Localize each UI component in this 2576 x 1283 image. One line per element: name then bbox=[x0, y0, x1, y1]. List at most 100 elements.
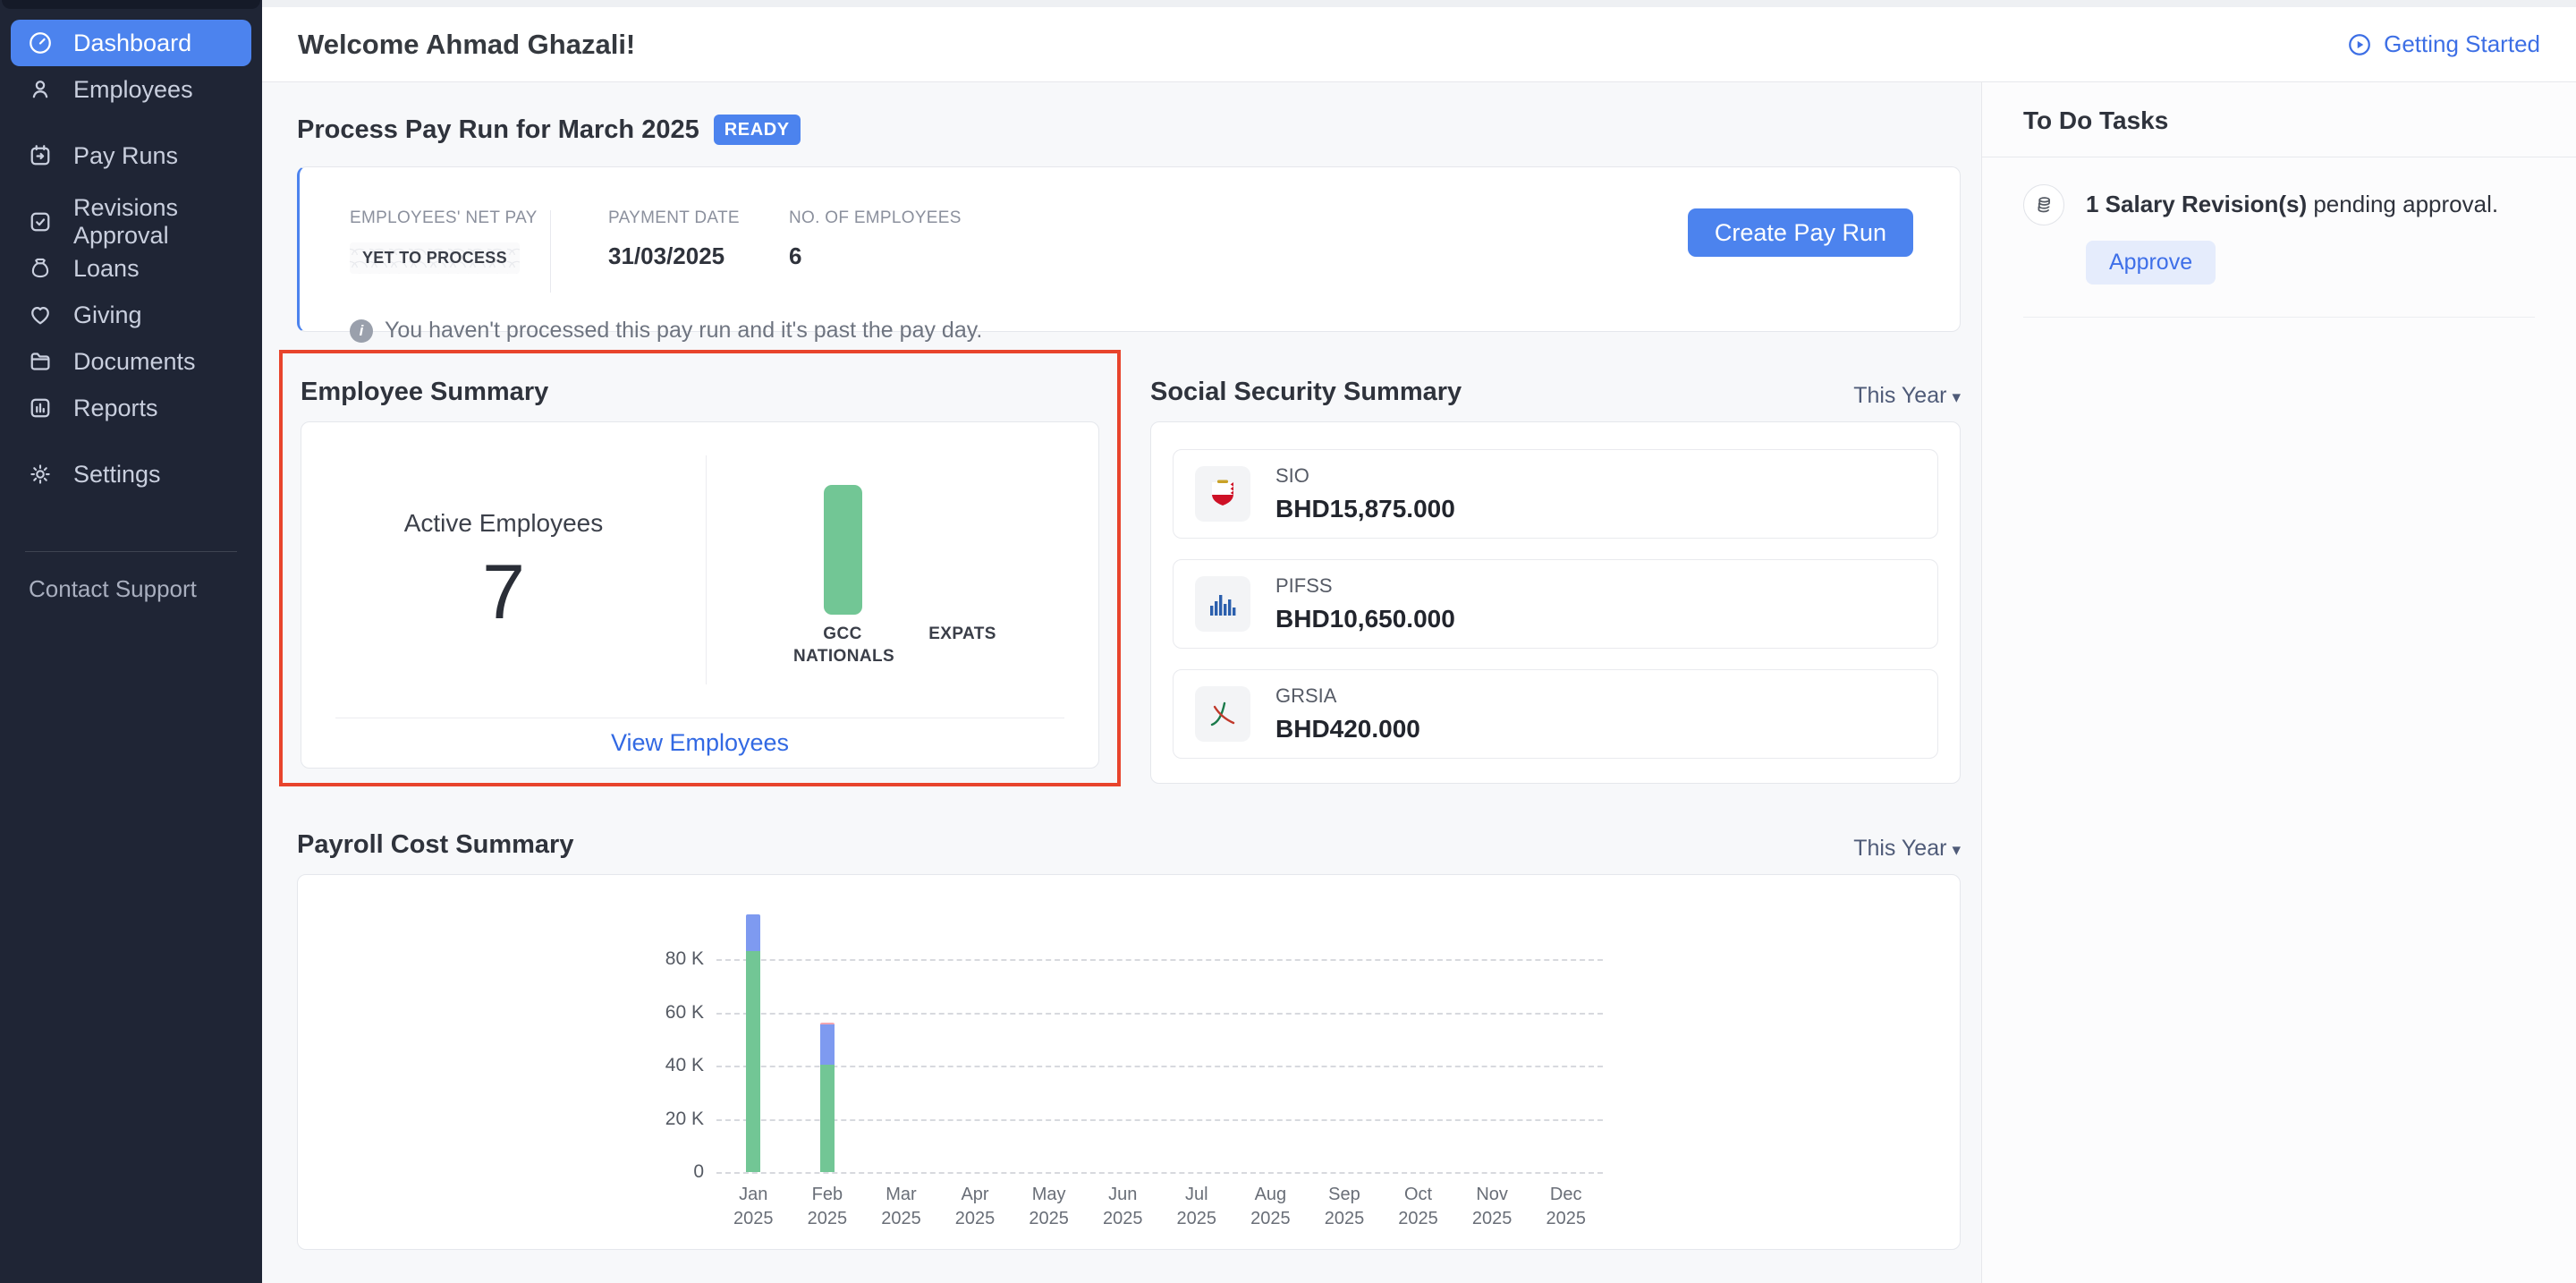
payrun-info-text: You haven't processed this pay run and i… bbox=[385, 318, 982, 344]
social-security-row-grsia[interactable]: GRSIA BHD420.000 bbox=[1173, 669, 1938, 759]
play-circle-icon bbox=[2346, 31, 2373, 58]
settings-icon bbox=[27, 461, 54, 488]
authority-amount: BHD10,650.000 bbox=[1275, 605, 1455, 633]
active-employees-block: Active Employees 7 bbox=[301, 422, 706, 718]
x-axis-label: Sep2025 bbox=[1325, 1183, 1365, 1231]
stat-label: PAYMENT DATE bbox=[608, 208, 789, 228]
pay-runs-icon bbox=[27, 142, 54, 169]
stat-label: EMPLOYEES' NET PAY bbox=[350, 208, 550, 228]
x-axis-label: Nov2025 bbox=[1472, 1183, 1513, 1231]
sidebar-item-pay-runs[interactable]: Pay Runs bbox=[11, 132, 251, 179]
sidebar-item-settings[interactable]: Settings bbox=[11, 451, 251, 497]
x-axis-label: May2025 bbox=[1029, 1183, 1069, 1231]
social-security-row-sio[interactable]: SIO BHD15,875.000 bbox=[1173, 449, 1938, 539]
sidebar-item-label: Giving bbox=[73, 302, 142, 329]
payrun-stat-employees-net-pay: EMPLOYEES' NET PAY YET TO PROCESS bbox=[350, 208, 550, 274]
bar-area bbox=[824, 422, 862, 615]
payrun-card: EMPLOYEES' NET PAY YET TO PROCESS PAYMENT … bbox=[297, 166, 1961, 332]
page-title: Welcome Ahmad Ghazali! bbox=[298, 29, 635, 61]
todo-task: 1 Salary Revision(s) pending approval. A… bbox=[2023, 184, 2535, 318]
giving-icon bbox=[27, 302, 54, 328]
summary-row: Employee Summary Active Employees 7 GCC … bbox=[297, 350, 1961, 786]
active-employees-count: 7 bbox=[482, 554, 525, 631]
x-axis-label: Dec2025 bbox=[1546, 1183, 1586, 1231]
sidebar-top-strip bbox=[2, 0, 260, 9]
y-axis-label: 20 K bbox=[665, 1109, 704, 1130]
sidebar-item-employees[interactable]: Employees bbox=[11, 66, 251, 113]
stat-value: YET TO PROCESS bbox=[350, 242, 520, 274]
employee-bar bbox=[824, 485, 862, 615]
body: Process Pay Run for March 2025 READY EMP… bbox=[262, 82, 2576, 1283]
employee-summary-body: Active Employees 7 GCC NATIONALSEXPATS bbox=[301, 422, 1098, 718]
dashboard-icon bbox=[27, 30, 54, 56]
contact-support-link[interactable]: Contact Support bbox=[0, 575, 262, 603]
sidebar-item-label: Dashboard bbox=[73, 30, 191, 57]
approve-button[interactable]: Approve bbox=[2086, 241, 2216, 285]
payrun-stat-payment-date: PAYMENT DATE31/03/2025 bbox=[608, 208, 789, 270]
stat-value: 6 bbox=[789, 242, 962, 270]
x-axis-label: Aug2025 bbox=[1250, 1183, 1291, 1231]
bar-segment-green-segment bbox=[746, 951, 760, 1172]
employee-summary-chart: GCC NATIONALSEXPATS bbox=[707, 422, 1098, 718]
category-label: GCC NATIONALS bbox=[793, 624, 892, 667]
sidebar-nav-group: Pay Runs bbox=[11, 132, 251, 179]
x-axis-label: Jul2025 bbox=[1177, 1183, 1217, 1231]
todo-panel: To Do Tasks 1 Salary Revision(s) pending… bbox=[1981, 82, 2576, 1283]
authority-name: SIO bbox=[1275, 464, 1455, 488]
bar-segment-blue-segment bbox=[820, 1024, 835, 1065]
bar-segment-blue-segment bbox=[746, 914, 760, 951]
authority-name: PIFSS bbox=[1275, 574, 1455, 598]
sidebar-item-documents[interactable]: Documents bbox=[11, 338, 251, 385]
top-strip bbox=[262, 0, 2576, 7]
active-employees-label: Active Employees bbox=[404, 509, 604, 538]
x-axis-label: Jan2025 bbox=[733, 1183, 774, 1231]
social-security-texts: GRSIA BHD420.000 bbox=[1275, 684, 1420, 743]
app-root: Dashboard Employees Pay Runs Revisions Appr… bbox=[0, 0, 2576, 1283]
stat-label: NO. OF EMPLOYEES bbox=[789, 208, 962, 228]
bar-segment-green-segment bbox=[820, 1065, 835, 1172]
authority-name: GRSIA bbox=[1275, 684, 1420, 708]
payroll-heading-row: Payroll Cost Summary This Year▾ bbox=[297, 828, 1961, 862]
social-security-range-select[interactable]: This Year▾ bbox=[1853, 383, 1961, 409]
highlight-box: Employee Summary Active Employees 7 GCC … bbox=[279, 350, 1121, 786]
top-header: Welcome Ahmad Ghazali! Getting Started bbox=[262, 7, 2576, 82]
sidebar-divider bbox=[25, 551, 237, 552]
view-employees-link[interactable]: View Employees bbox=[611, 729, 789, 757]
authority-amount: BHD420.000 bbox=[1275, 715, 1420, 743]
payrun-heading: Process Pay Run for March 2025 READY bbox=[297, 113, 1961, 147]
documents-icon bbox=[27, 348, 54, 375]
gridline bbox=[716, 1066, 1603, 1067]
sidebar-nav-group: Settings bbox=[11, 451, 251, 497]
sidebar-item-label: Revisions Approval bbox=[73, 194, 235, 250]
sidebar-nav-group: Revisions Approval Loans Giving DocumentsRe… bbox=[11, 199, 251, 431]
sidebar: Dashboard Employees Pay Runs Revisions Appr… bbox=[0, 0, 262, 1283]
chevron-down-icon: ▾ bbox=[1952, 388, 1961, 407]
sidebar-nav: Dashboard Employees Pay Runs Revisions Appr… bbox=[0, 9, 262, 517]
sio-logo bbox=[1195, 466, 1250, 522]
chevron-down-icon: ▾ bbox=[1952, 841, 1961, 860]
getting-started-label: Getting Started bbox=[2384, 30, 2540, 58]
gridline bbox=[716, 1013, 1603, 1015]
payrun-title: Process Pay Run for March 2025 bbox=[297, 113, 699, 147]
sidebar-item-label: Pay Runs bbox=[73, 142, 178, 170]
sidebar-item-reports[interactable]: Reports bbox=[11, 385, 251, 431]
revisions-approval-icon bbox=[27, 208, 54, 235]
sidebar-item-dashboard[interactable]: Dashboard bbox=[11, 20, 251, 66]
authority-amount: BHD15,875.000 bbox=[1275, 495, 1455, 523]
sidebar-item-label: Settings bbox=[73, 461, 161, 489]
employee-summary-card: Active Employees 7 GCC NATIONALSEXPATS V… bbox=[301, 421, 1099, 769]
payroll-range-select[interactable]: This Year▾ bbox=[1853, 836, 1961, 862]
x-axis-label: Oct2025 bbox=[1398, 1183, 1438, 1231]
sidebar-item-giving[interactable]: Giving bbox=[11, 292, 251, 338]
sidebar-item-loans[interactable]: Loans bbox=[11, 245, 251, 292]
social-security-heading-row: Social Security Summary This Year▾ bbox=[1150, 375, 1961, 409]
getting-started-link[interactable]: Getting Started bbox=[2346, 30, 2540, 58]
create-pay-run-button[interactable]: Create Pay Run bbox=[1688, 208, 1913, 257]
sidebar-item-label: Loans bbox=[73, 255, 140, 283]
payroll-cost-title: Payroll Cost Summary bbox=[297, 828, 573, 862]
sidebar-item-revisions-approval[interactable]: Revisions Approval bbox=[11, 199, 251, 245]
social-security-row-pifss[interactable]: PIFSS BHD10,650.000 bbox=[1173, 559, 1938, 649]
employee-summary-title: Employee Summary bbox=[301, 375, 1099, 409]
social-security-texts: PIFSS BHD10,650.000 bbox=[1275, 574, 1455, 633]
gridline bbox=[716, 1172, 1603, 1174]
